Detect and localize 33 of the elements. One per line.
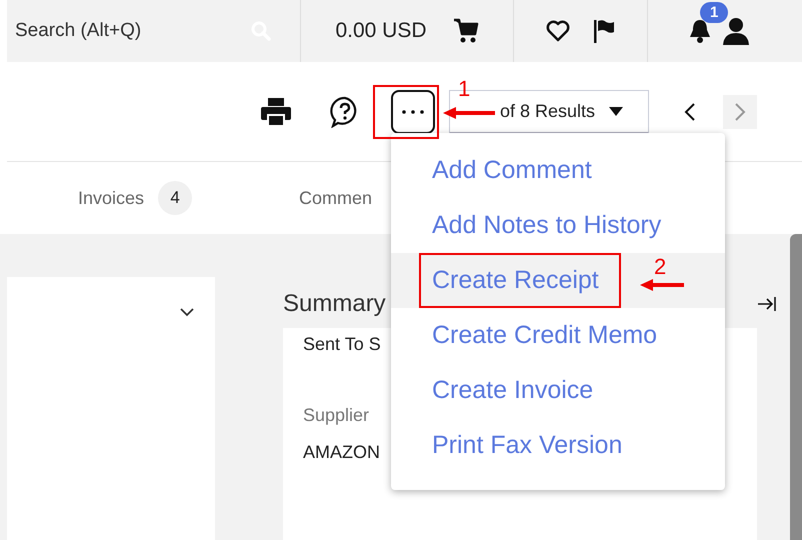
heart-icon[interactable]	[546, 20, 570, 42]
annotation-arrow	[640, 279, 684, 291]
search-field[interactable]: Search (Alt+Q)	[15, 20, 240, 42]
menu-item[interactable]: Create Invoice	[391, 363, 725, 418]
menu-item[interactable]: Add Notes to History	[391, 198, 725, 253]
notification-badge: 1	[700, 2, 728, 23]
chevron-left-icon	[684, 102, 696, 122]
flag-icon[interactable]	[592, 18, 616, 44]
menu-item[interactable]: Print Fax Version	[391, 418, 725, 473]
menu-item[interactable]: Add Comment	[391, 143, 725, 198]
bell-icon[interactable]	[688, 18, 712, 44]
ellipsis-icon	[401, 108, 425, 114]
field-label: Supplier	[303, 405, 370, 426]
annotation-arrow	[443, 107, 495, 119]
chevron-down-icon[interactable]	[179, 307, 195, 317]
summary-title: Summary	[283, 290, 386, 318]
collapse-icon[interactable]	[757, 294, 777, 314]
cart-total: 0.00 USD	[335, 19, 427, 43]
user-icon[interactable]	[722, 17, 750, 45]
more-button[interactable]	[391, 90, 435, 134]
cart-icon[interactable]	[452, 18, 479, 44]
scrollbar[interactable]	[790, 234, 802, 540]
annotation-number: 2	[654, 254, 666, 280]
tab[interactable]: Invoices	[78, 188, 144, 208]
annotation-box	[373, 85, 439, 139]
tab[interactable]: Commen	[299, 188, 372, 208]
field-label: Sent To S	[303, 334, 381, 355]
menu-item[interactable]: Create Credit Memo	[391, 308, 725, 363]
count-badge: 4	[158, 181, 192, 215]
field-value: AMAZON	[303, 442, 380, 463]
chevron-right-icon	[734, 102, 746, 122]
print-icon[interactable]	[260, 96, 292, 126]
caret-icon	[609, 106, 624, 116]
